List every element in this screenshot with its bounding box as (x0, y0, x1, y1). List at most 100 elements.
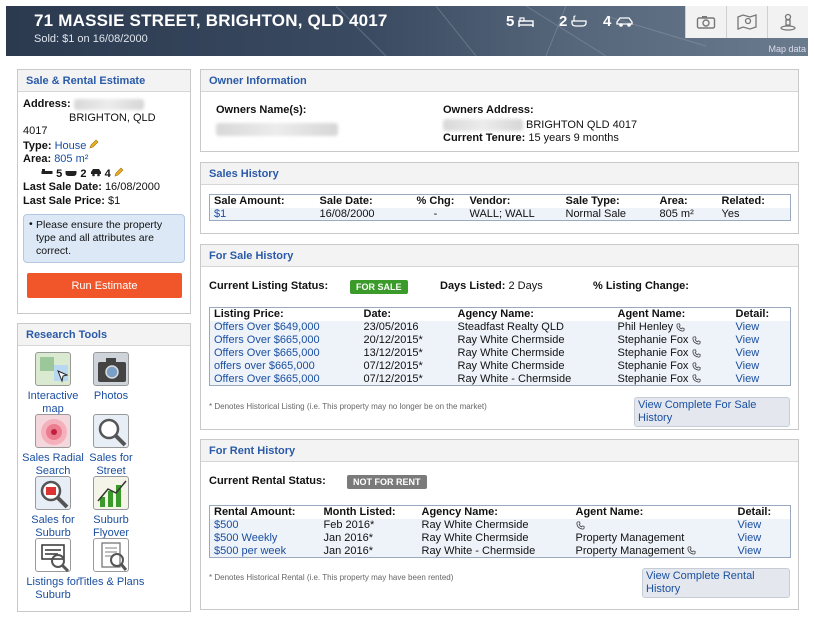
streetview-button[interactable] (767, 6, 808, 38)
listing-price-link-text[interactable]: offers over $665,000 (214, 360, 315, 372)
owner-info-title: Owner Information (201, 70, 798, 92)
listing-price-link-text[interactable]: Offers Over $665,000 (214, 373, 320, 385)
phone-icon[interactable] (676, 323, 685, 332)
for-sale-header-row: Listing Price: Date: Agency Name: Agent … (210, 308, 791, 321)
agent-name-text: Property Management (575, 532, 685, 544)
map-data-attribution[interactable]: Map data (768, 44, 806, 54)
agent-name-text: Stephanie Fox (617, 360, 689, 372)
agency-name: Ray White Chermside (417, 531, 572, 545)
view-detail-link[interactable]: View (731, 346, 791, 360)
listing-price-link[interactable]: offers over $665,000 (209, 359, 360, 373)
listing-date: 20/12/2015* (359, 333, 454, 347)
tool-suburb-flyover[interactable]: Suburb Flyover (76, 476, 146, 540)
map-button[interactable] (726, 6, 767, 38)
view-detail-link-text[interactable]: View (738, 532, 762, 544)
rental-amount-link-text[interactable]: $500 Weekly (214, 532, 277, 544)
tool-sales-for-street[interactable]: Sales for Street (76, 414, 146, 478)
listing-price-link[interactable]: Offers Over $665,000 (209, 372, 360, 386)
last-sale-date-value: 16/08/2000 (104, 181, 160, 193)
agency-name-text: Ray White Chermside (457, 360, 565, 372)
photos-button[interactable] (685, 6, 726, 38)
view-detail-link[interactable]: View (731, 359, 791, 373)
area-label: Area: (23, 153, 52, 165)
view-detail-link-text[interactable]: View (736, 321, 760, 333)
col-related: Related: (721, 195, 765, 208)
view-complete-sale-history-button[interactable]: View Complete For Sale History (634, 397, 790, 427)
month-listed: Jan 2016* (319, 544, 418, 558)
tenure-value: 15 years 9 months (528, 132, 619, 144)
view-detail-link[interactable]: View (731, 333, 791, 347)
address-label: Address: (23, 98, 71, 110)
month-listed-text: Jan 2016* (323, 532, 374, 544)
view-detail-link-text[interactable]: View (736, 360, 760, 372)
view-detail-link-text[interactable]: View (736, 347, 760, 359)
col-vendor: Vendor: (469, 195, 511, 208)
address-postcode: 4017 (23, 125, 48, 137)
owners-address-value: BRIGHTON QLD 4017 (526, 119, 638, 131)
baths-attribute: 2 (559, 13, 587, 30)
view-detail-link[interactable]: View (733, 518, 791, 532)
listing-price-link-text[interactable]: Offers Over $649,000 (214, 321, 320, 333)
document-search-icon (93, 538, 129, 572)
agent-name: Stephanie Fox (613, 333, 732, 347)
agent-name (571, 518, 734, 532)
rental-amount-link[interactable]: $500 per week (209, 544, 320, 558)
view-detail-link[interactable]: View (731, 320, 791, 334)
rental-amount-link-text[interactable]: $500 (214, 519, 238, 531)
redacted-owner-name (216, 123, 338, 136)
phone-icon[interactable] (575, 521, 585, 530)
view-detail-link-text[interactable]: View (738, 545, 762, 557)
rental-amount-link[interactable]: $500 (209, 518, 320, 532)
phone-icon[interactable] (691, 374, 701, 383)
agent-name: Phil Henley (613, 320, 732, 334)
listing-price-link-text[interactable]: Offers Over $665,000 (214, 347, 320, 359)
phone-icon[interactable] (691, 349, 701, 358)
for-sale-badge: FOR SALE (350, 280, 408, 294)
phone-icon[interactable] (691, 362, 701, 371)
col-rental-amount: Rental Amount: (214, 506, 296, 519)
view-detail-link-text[interactable]: View (738, 519, 762, 531)
agency-name-text: Ray White Chermside (421, 519, 529, 531)
agency-name: Ray White Chermside (453, 359, 614, 373)
view-detail-link[interactable]: View (733, 531, 791, 545)
table-row: Offers Over $649,000 23/05/2016 Steadfast … (209, 320, 791, 334)
historical-listing-footnote: * Denotes Historical Listing (i.e. This … (209, 402, 487, 411)
listing-price-link[interactable]: Offers Over $649,000 (209, 320, 360, 334)
type-value[interactable]: House (55, 140, 87, 152)
owners-name-label: Owners Name(s): (216, 104, 307, 116)
view-detail-link-text[interactable]: View (736, 334, 760, 346)
phone-icon[interactable] (691, 336, 701, 345)
rental-amount-link-text[interactable]: $500 per week (214, 545, 286, 557)
area-row: Area: 805 m² (23, 153, 185, 167)
agency-name: Steadfast Realty QLD (453, 320, 614, 334)
sale-amount-link[interactable]: $1 (209, 207, 316, 221)
research-tools-title: Research Tools (18, 324, 190, 346)
month-listed: Jan 2016* (319, 531, 418, 545)
area-value[interactable]: 805 m² (54, 153, 88, 165)
sale-type: Normal Sale (561, 207, 656, 221)
view-detail-link[interactable]: View (731, 372, 791, 386)
edit-pencil-icon[interactable] (89, 139, 99, 149)
listing-price-link-text[interactable]: Offers Over $665,000 (214, 334, 320, 346)
phone-icon[interactable] (687, 546, 696, 555)
run-estimate-button[interactable]: Run Estimate (27, 273, 182, 298)
listing-price-link[interactable]: Offers Over $665,000 (209, 346, 360, 360)
table-row: $1 16/08/2000 - WALL; WALL Normal Sale 8… (209, 207, 791, 221)
tool-titles-and-plans[interactable]: Titles & Plans (76, 538, 146, 589)
rental-amount-link[interactable]: $500 Weekly (209, 531, 320, 545)
listing-price-link[interactable]: Offers Over $665,000 (209, 333, 360, 347)
agent-name: Stephanie Fox (613, 372, 732, 386)
attribute-notice: Please ensure the property type and all … (23, 214, 185, 263)
view-detail-link[interactable]: View (733, 544, 791, 558)
col-detail: Detail: (735, 308, 770, 321)
beds-attribute: 5 (506, 13, 535, 30)
tool-label: Suburb Flyover (92, 514, 130, 539)
for-sale-sign-icon (35, 538, 71, 573)
tool-photos[interactable]: Photos (76, 352, 146, 403)
streetview-icon (780, 13, 796, 31)
edit-pencil-icon[interactable] (114, 167, 124, 177)
col-agent-name: Agent Name: (617, 308, 686, 321)
agent-name-text: Property Management (575, 544, 685, 557)
view-detail-link-text[interactable]: View (736, 373, 760, 385)
view-complete-rental-history-button[interactable]: View Complete Rental History (642, 568, 790, 598)
